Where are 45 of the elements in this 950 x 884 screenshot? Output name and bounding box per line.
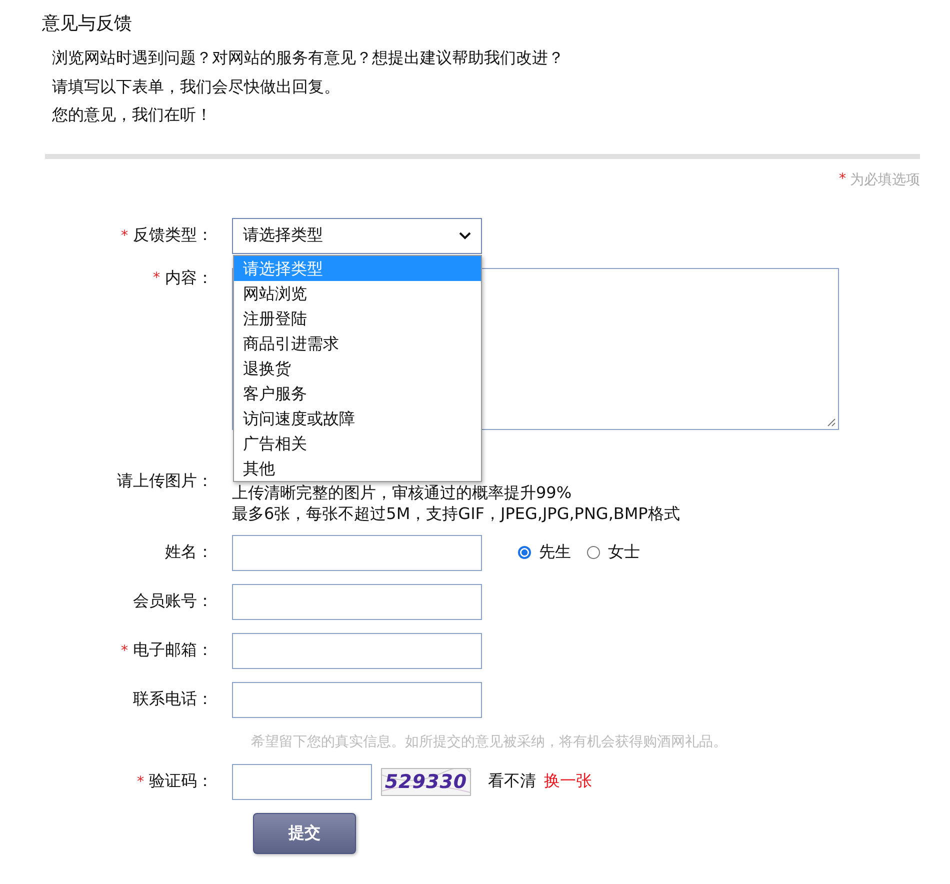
- required-mark: *: [137, 774, 144, 790]
- refresh-link[interactable]: 换一张: [544, 771, 592, 792]
- page-title: 意见与反馈: [42, 12, 133, 36]
- dropdown-option[interactable]: 网站浏览: [234, 280, 481, 306]
- dropdown-option[interactable]: 商品引进需求: [234, 330, 481, 356]
- type-select[interactable]: 请选择类型: [232, 218, 482, 254]
- field-label: 验证码：: [149, 771, 213, 792]
- dropdown-option[interactable]: 其他: [234, 456, 481, 480]
- required-mark: *: [121, 642, 128, 658]
- field-label: 会员账号：: [133, 591, 213, 612]
- dropdown-option[interactable]: 客户服务: [234, 380, 481, 406]
- intro-text: 请填写以下表单，我们会尽快做出回复。: [52, 76, 341, 98]
- chevron-icon: [459, 232, 471, 240]
- resize-grip-icon: [827, 418, 836, 426]
- field-label: 姓名：: [165, 542, 213, 563]
- radio-button[interactable]: [587, 546, 600, 559]
- radio-label: 女士: [608, 542, 640, 563]
- text-field[interactable]: [232, 632, 482, 668]
- submit-button[interactable]: 提交: [253, 812, 356, 854]
- upload-note: 最多6张，每张不超过5M，支持GIF，JPEG,JPG,PNG,BMP格式: [232, 502, 680, 524]
- field-label: 电子邮箱：: [133, 640, 213, 661]
- radio-button[interactable]: [518, 546, 531, 559]
- captcha-field[interactable]: [232, 764, 372, 800]
- radio-label: 先生: [539, 542, 571, 563]
- field-label: 联系电话：: [133, 689, 213, 710]
- intro-text: 浏览网站时遇到问题？对网站的服务有意见？想提出建议帮助我们改进？: [52, 47, 565, 69]
- dropdown-option[interactable]: 访问速度或故障: [234, 406, 481, 430]
- unclear-text: 看不清: [488, 771, 536, 792]
- required-mark: *: [153, 270, 160, 286]
- required-mark: *: [121, 228, 128, 244]
- captcha-image: 529330: [381, 768, 471, 796]
- required-mark: *: [839, 170, 846, 188]
- upload-note: 上传清晰完整的图片，审核通过的概率提升99%: [232, 482, 573, 502]
- hint-text: 希望留下您的真实信息。如所提交的意见被采纳，将有机会获得购酒网礼品。: [251, 732, 728, 750]
- field-label: 反馈类型：: [133, 225, 213, 246]
- dropdown-option[interactable]: 退换货: [234, 356, 481, 380]
- field-label: 内容：: [165, 268, 213, 288]
- dropdown-option[interactable]: 广告相关: [234, 430, 481, 456]
- intro-text: 您的意见，我们在听！: [52, 104, 213, 126]
- required-note: 为必填选项: [850, 170, 920, 188]
- field-label: 请上传图片：: [117, 470, 213, 492]
- dropdown-option[interactable]: 注册登陆: [234, 306, 481, 330]
- text-field[interactable]: [232, 584, 482, 620]
- text-field[interactable]: [232, 534, 482, 570]
- text-field[interactable]: [232, 682, 482, 718]
